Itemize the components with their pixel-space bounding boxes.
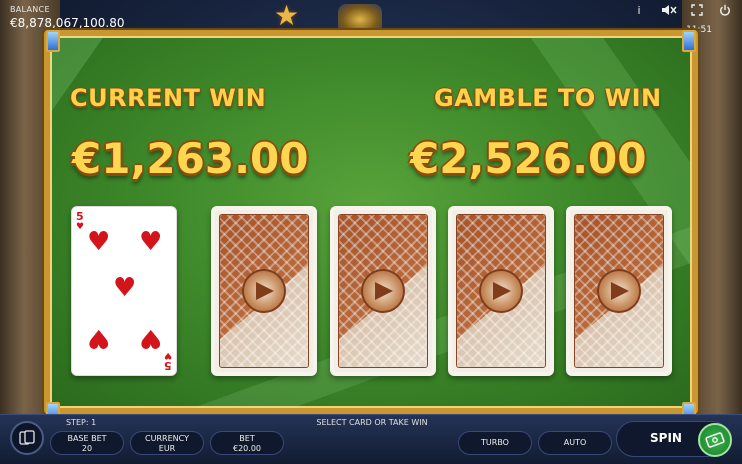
menu-button[interactable] — [10, 421, 44, 455]
frame-gem-top-right — [682, 30, 696, 52]
game-emblem — [338, 4, 382, 30]
bet-value: €20.00 — [233, 444, 261, 453]
heart-pip: ♥ — [113, 273, 137, 303]
card-rank-top: 5 — [76, 210, 84, 223]
base-bet-selector[interactable]: BASE BET 20 — [50, 431, 124, 455]
card-back-logo-icon — [479, 269, 523, 313]
card-suit-bottom: ♥ — [163, 350, 172, 360]
base-bet-value: 20 — [81, 444, 93, 453]
star-icon: ★ — [274, 0, 300, 32]
frame-gem-top-left — [46, 30, 60, 52]
bet-selector[interactable]: BET €20.00 — [210, 431, 284, 455]
step-indicator: STEP: 1 — [66, 418, 97, 427]
face-down-card-2[interactable] — [330, 206, 436, 376]
card-rank-bottom: 5 — [164, 359, 172, 372]
card-back-logo-icon — [242, 269, 286, 313]
fullscreen-icon[interactable] — [690, 4, 704, 18]
card-back-logo-icon — [597, 269, 641, 313]
face-down-card-1[interactable] — [211, 206, 317, 376]
spin-label: SPIN — [650, 431, 682, 445]
card-suit-top: ♥ — [76, 222, 85, 232]
heart-pip: ♥ — [87, 227, 111, 257]
gamble-to-win-label: GAMBLE TO WIN — [434, 84, 662, 112]
take-win-button[interactable] — [698, 423, 732, 457]
cards-menu-icon — [19, 430, 35, 445]
dealer-card: 5 ♥ ♥ ♥ ♥ ♥ ♥ ♥ 5 — [71, 206, 177, 376]
info-icon[interactable]: i — [632, 4, 646, 18]
instruction-text: SELECT CARD OR TAKE WIN — [316, 418, 428, 427]
current-win-label: CURRENT WIN — [70, 84, 267, 112]
card-back-logo-icon — [361, 269, 405, 313]
cash-icon — [705, 432, 725, 448]
current-win-amount: €1,263.00 — [72, 134, 309, 183]
heart-pip: ♥ — [139, 323, 163, 353]
heart-pip: ♥ — [87, 323, 111, 353]
base-bet-label: BASE BET — [67, 434, 107, 443]
auto-button[interactable]: AUTO — [538, 431, 612, 455]
heart-pip: ♥ — [139, 227, 163, 257]
auto-label: AUTO — [563, 438, 587, 447]
turbo-button[interactable]: TURBO — [458, 431, 532, 455]
sound-muted-icon[interactable] — [660, 4, 678, 18]
power-icon[interactable] — [718, 4, 732, 18]
gamble-to-win-amount: €2,526.00 — [410, 134, 647, 183]
turbo-label: TURBO — [481, 438, 509, 447]
face-down-card-4[interactable] — [566, 206, 672, 376]
face-down-card-3[interactable] — [448, 206, 554, 376]
currency-value: EUR — [158, 444, 176, 453]
balance-label: BALANCE — [10, 5, 50, 14]
currency-label: CURRENCY — [145, 434, 189, 443]
currency-selector[interactable]: CURRENCY EUR — [130, 431, 204, 455]
bet-label: BET — [239, 434, 255, 443]
